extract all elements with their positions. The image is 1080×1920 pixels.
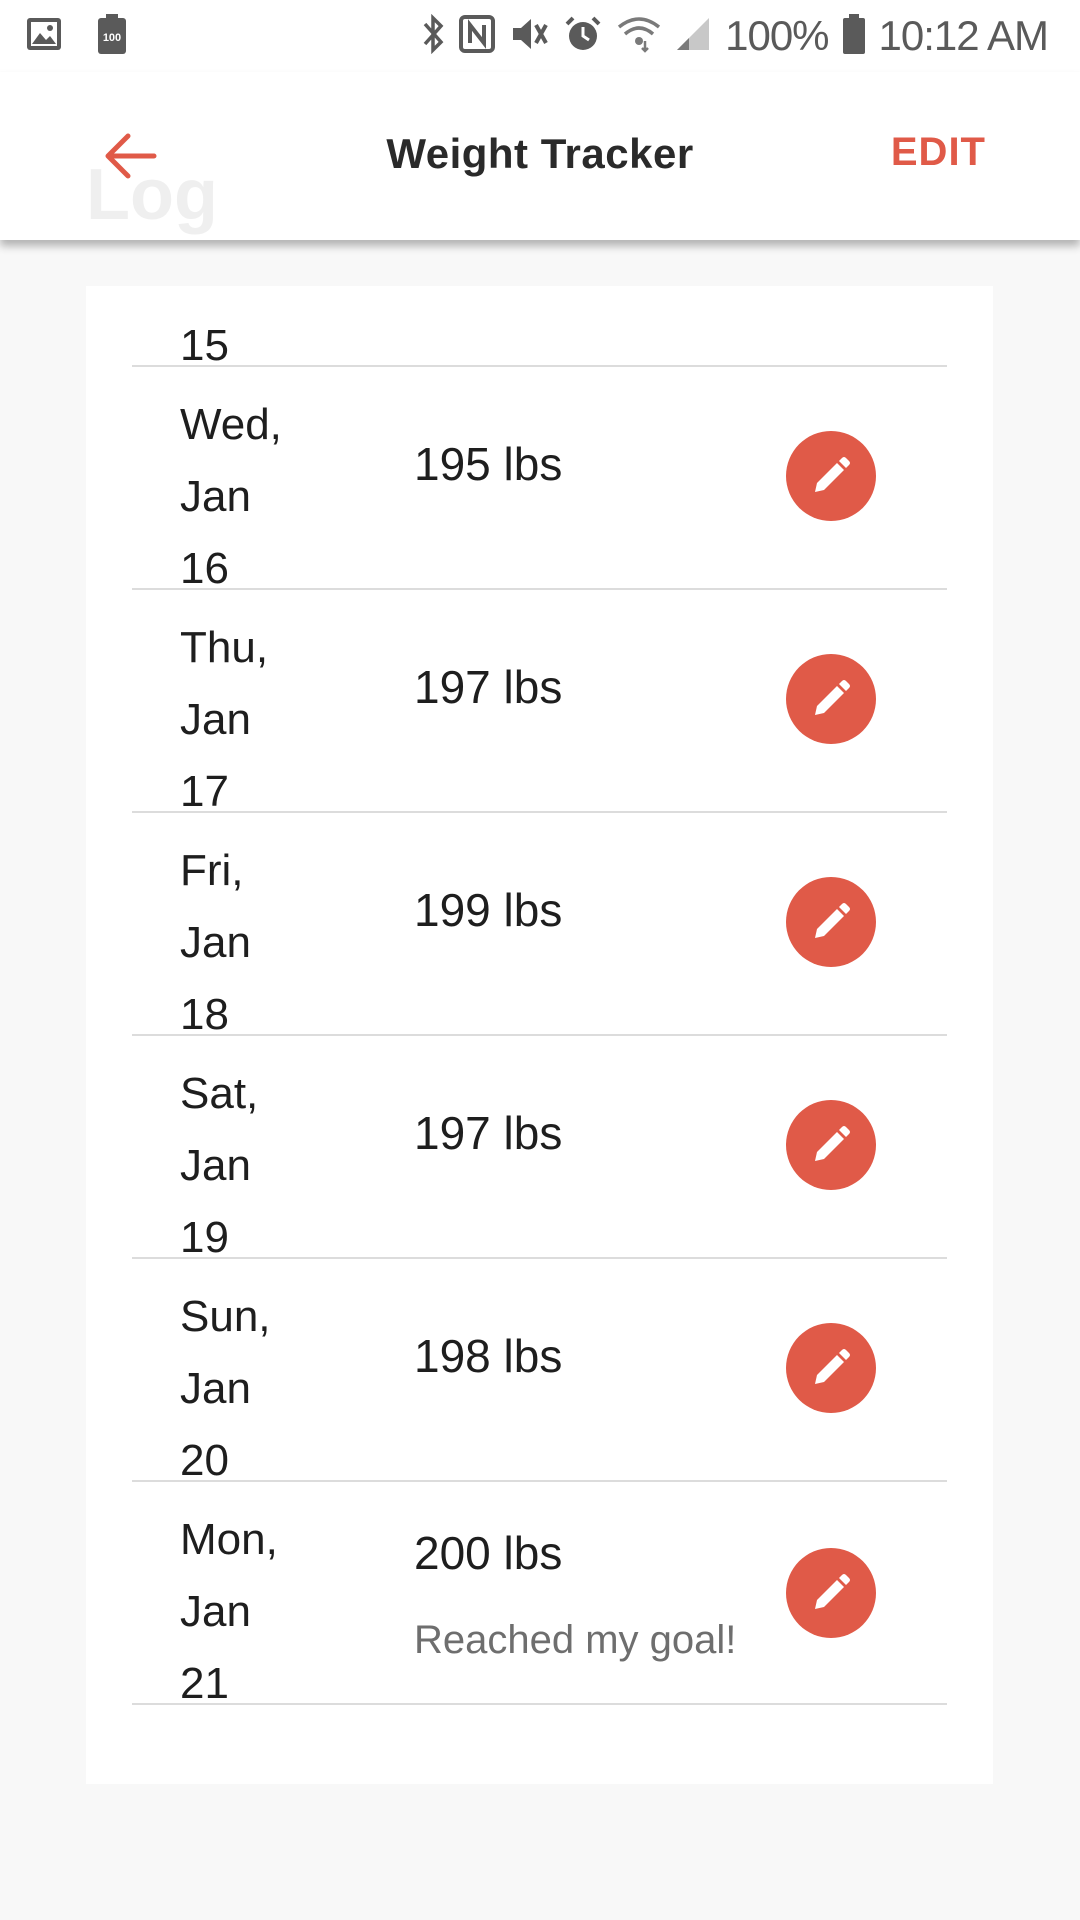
pencil-icon xyxy=(815,1126,850,1161)
entry-day-number: 21 xyxy=(180,1659,229,1708)
entry-month: Jan xyxy=(180,695,251,744)
entry-month: Jan xyxy=(180,918,251,967)
entry-date: Fri, Jan 18 xyxy=(180,835,251,1051)
status-bar: 100 100% 10:12 AM xyxy=(0,0,1080,72)
entry-month: Jan xyxy=(180,1141,251,1190)
pencil-icon xyxy=(815,457,850,492)
list-item: Thu, Jan 17 197 lbs xyxy=(132,590,947,816)
entry-date: Sat, Jan 19 xyxy=(180,1058,258,1274)
svg-text:100: 100 xyxy=(103,32,121,44)
entry-weight: 198 lbs xyxy=(414,1330,563,1382)
entry-day: Mon, xyxy=(180,1515,278,1564)
list-item-partial: 15 xyxy=(132,286,947,370)
entry-month: Jan xyxy=(180,1364,251,1413)
entry-month: Jan xyxy=(180,472,251,521)
battery-percent: 100% xyxy=(725,12,829,59)
signal-icon xyxy=(675,16,711,57)
entry-date: Mon, Jan 21 xyxy=(180,1504,278,1720)
list-item: Wed, Jan 16 195 lbs xyxy=(132,367,947,593)
vibrate-mute-icon xyxy=(509,15,549,58)
entry-day: Sun, xyxy=(180,1292,271,1341)
entry-weight: 197 lbs xyxy=(414,661,563,713)
entry-weight: 197 lbs xyxy=(414,1107,563,1159)
list-item: Sat, Jan 19 197 lbs xyxy=(132,1036,947,1262)
pencil-icon xyxy=(815,1574,850,1609)
battery-saver-icon: 100 xyxy=(98,14,126,59)
nfc-icon xyxy=(459,14,496,58)
wifi-icon xyxy=(617,15,661,58)
app-bar: Log Weight Tracker EDIT xyxy=(0,72,1080,240)
pencil-icon xyxy=(815,680,850,715)
entry-weight: 200 lbs xyxy=(414,1527,563,1579)
pencil-icon xyxy=(815,903,850,938)
bluetooth-icon xyxy=(421,13,445,59)
entry-date: Wed, Jan 16 xyxy=(180,389,282,605)
alarm-icon xyxy=(563,14,603,59)
entry-weight: 195 lbs xyxy=(414,438,563,490)
edit-entry-button[interactable] xyxy=(786,654,876,744)
edit-entry-button[interactable] xyxy=(786,877,876,967)
edit-entry-button[interactable] xyxy=(786,1323,876,1413)
entry-day: Wed, xyxy=(180,400,282,449)
entry-day: Thu, xyxy=(180,623,269,672)
edit-entry-button[interactable] xyxy=(786,1100,876,1190)
entry-note: Reached my goal! xyxy=(414,1618,737,1662)
edit-entry-button[interactable] xyxy=(786,431,876,521)
entry-month: Jan xyxy=(180,1587,251,1636)
entry-day: Fri, xyxy=(180,846,244,895)
entry-weight: 199 lbs xyxy=(414,884,563,936)
battery-icon xyxy=(842,13,865,59)
edit-entry-button[interactable] xyxy=(786,1548,876,1638)
entry-date: Thu, Jan 17 xyxy=(180,612,268,828)
edit-button[interactable]: EDIT xyxy=(891,130,986,175)
list-item: Fri, Jan 18 199 lbs xyxy=(132,813,947,1039)
list-item: Mon, Jan 21 200 lbs Reached my goal! xyxy=(132,1482,947,1708)
entry-date: Sun, Jan 20 xyxy=(180,1281,271,1497)
log-card: 15 Wed, Jan 16 195 lbs Thu, Jan 17 197 l… xyxy=(86,286,993,1784)
pencil-icon xyxy=(815,1349,850,1384)
clock: 10:12 AM xyxy=(878,12,1049,59)
entry-day: Sat, xyxy=(180,1069,259,1118)
image-icon xyxy=(26,17,62,56)
list-item: Sun, Jan 20 198 lbs xyxy=(132,1259,947,1485)
